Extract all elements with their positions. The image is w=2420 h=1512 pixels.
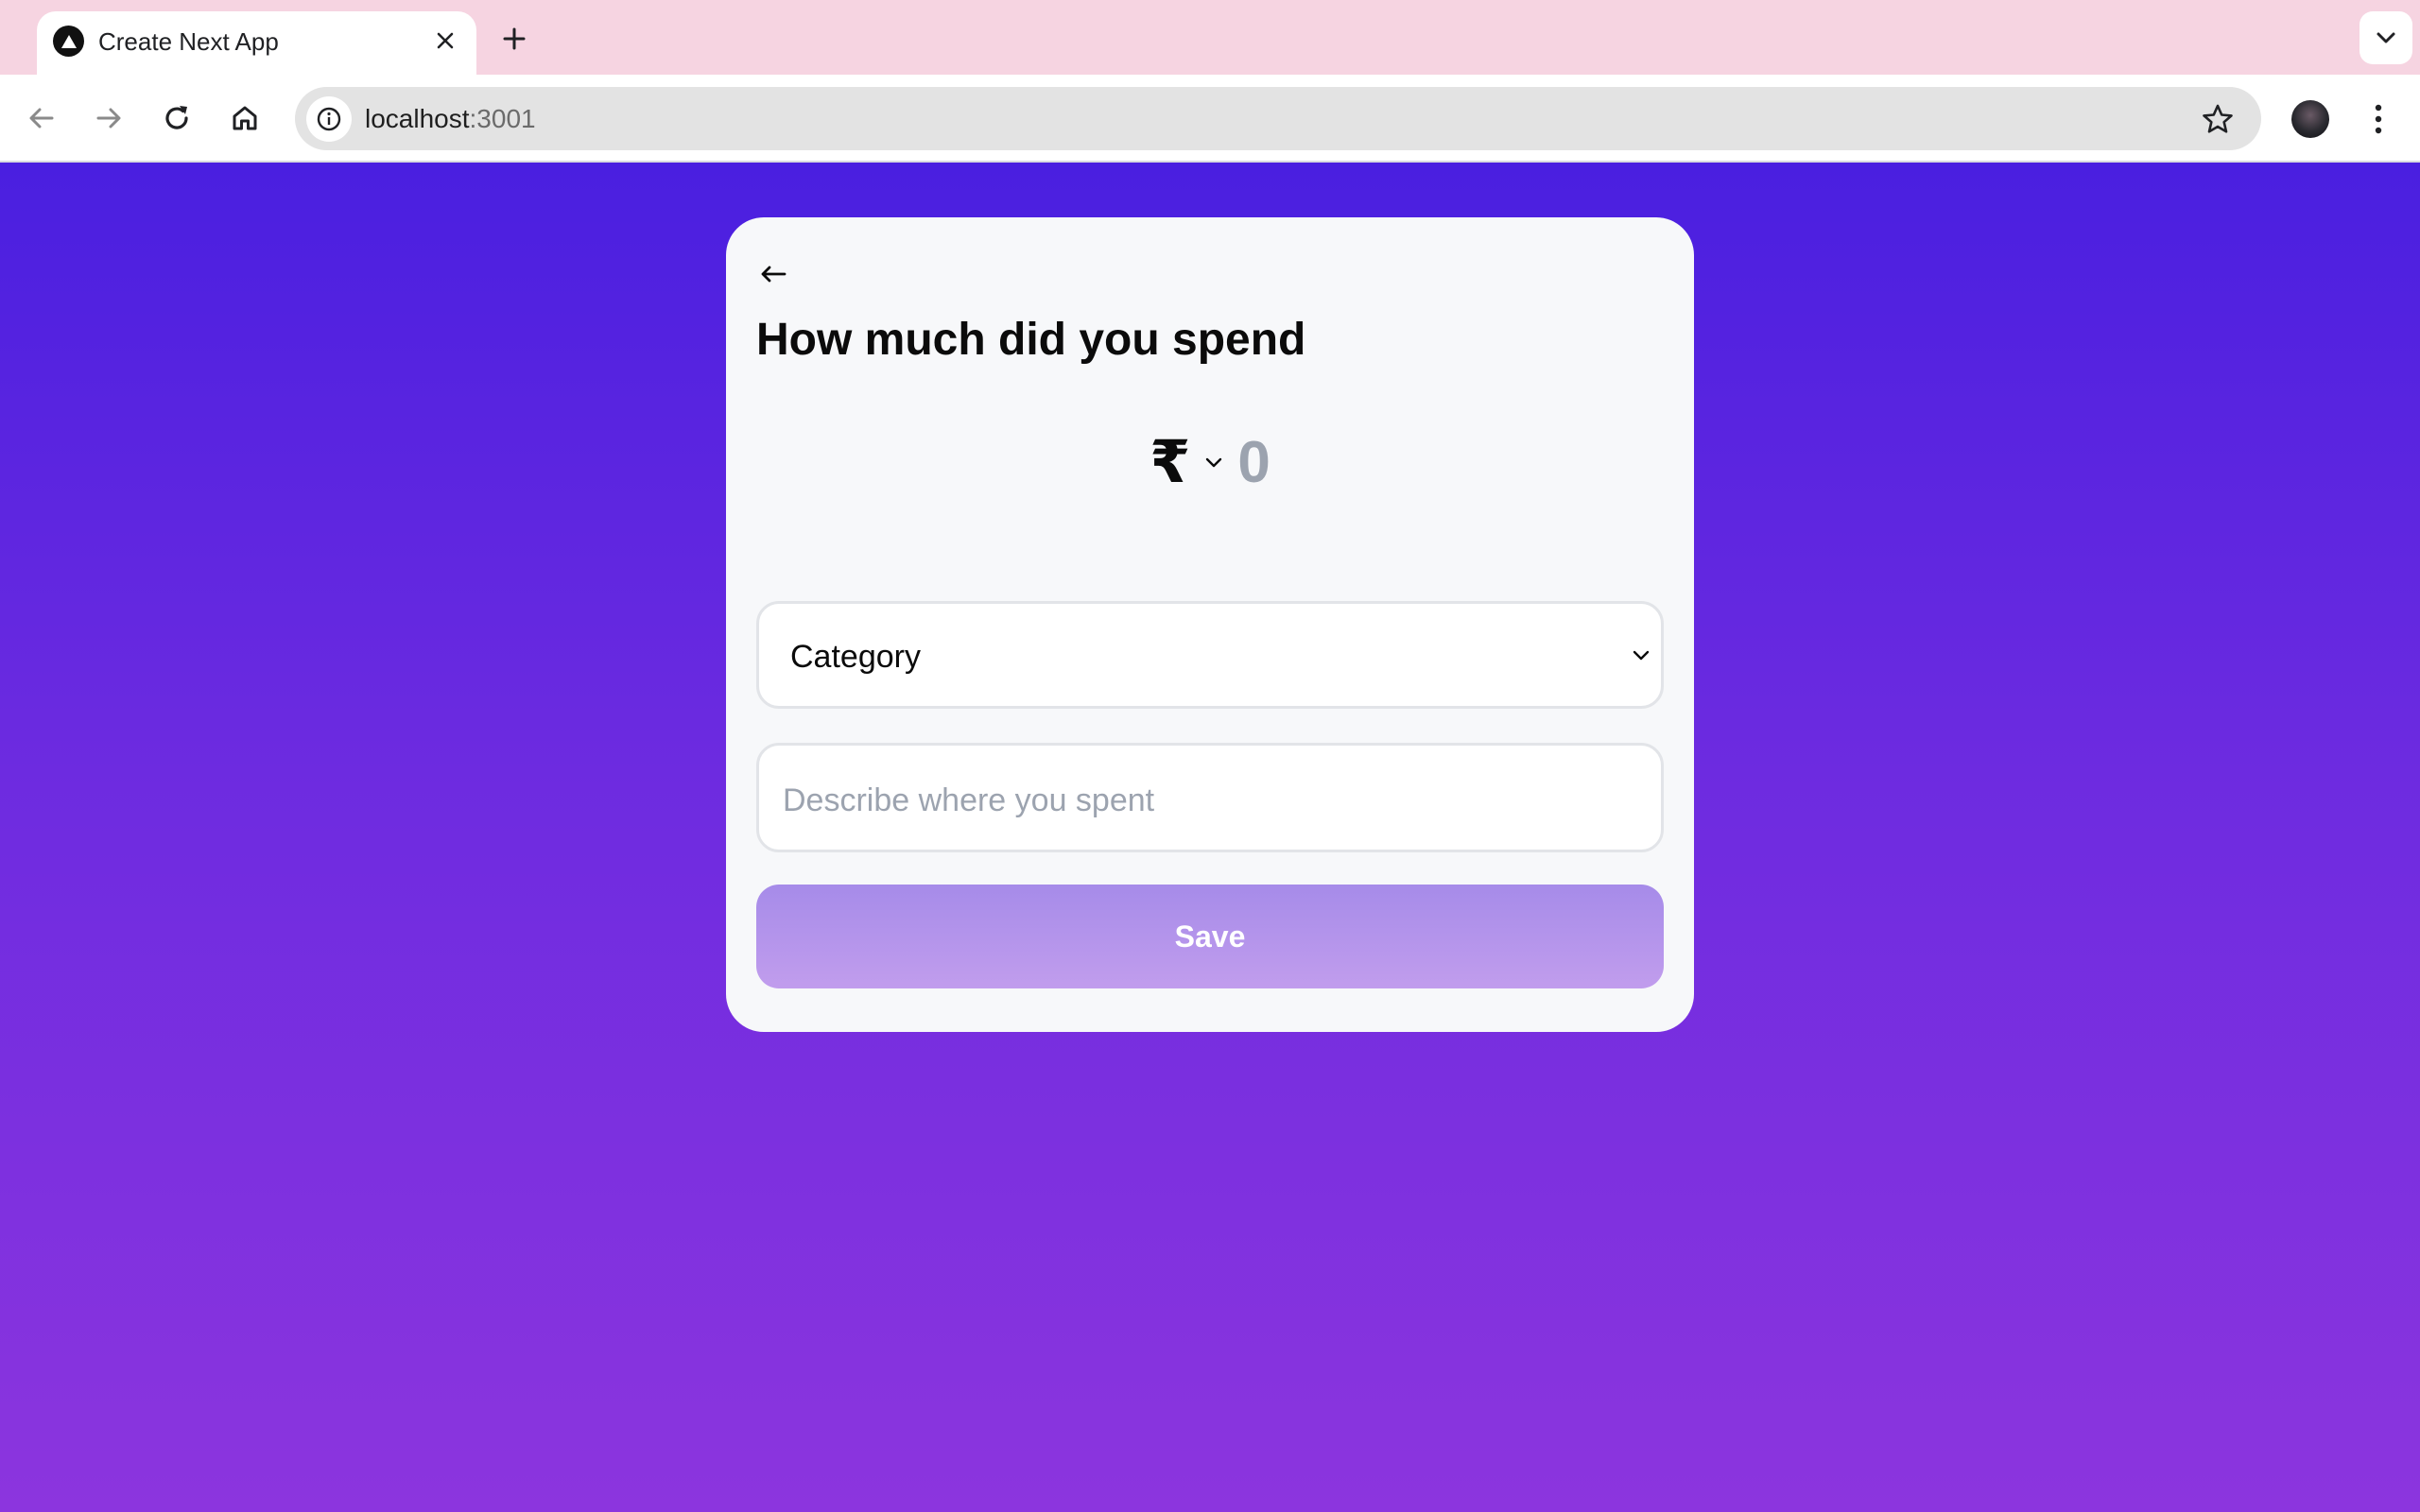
category-select-value: Category xyxy=(790,639,921,675)
chevron-down-icon xyxy=(1200,449,1228,477)
site-info-icon[interactable] xyxy=(306,96,352,142)
url-port: :3001 xyxy=(469,104,536,133)
tab-title: Create Next App xyxy=(98,27,279,56)
save-button[interactable]: Save xyxy=(756,885,1664,988)
tab-search-chevron-icon[interactable] xyxy=(2360,11,2412,64)
new-tab-icon[interactable] xyxy=(496,21,532,57)
bookmark-star-icon[interactable] xyxy=(2197,98,2238,140)
amount-row: ₹ 0 xyxy=(726,425,1694,501)
browser-tabstrip: Create Next App xyxy=(0,0,2420,75)
profile-avatar[interactable] xyxy=(2291,100,2329,138)
description-placeholder: Describe where you spent xyxy=(783,782,1155,818)
url-host: localhost xyxy=(365,104,470,133)
currency-symbol: ₹ xyxy=(1150,430,1191,495)
url-text: localhost:3001 xyxy=(365,100,536,138)
forward-nav-icon[interactable] xyxy=(86,95,131,141)
amount-input[interactable]: 0 xyxy=(1237,425,1270,501)
currency-selector[interactable]: ₹ xyxy=(1150,425,1237,501)
page-background: How much did you spend ₹ 0 Category Desc… xyxy=(0,164,2420,1512)
expense-card: How much did you spend ₹ 0 Category Desc… xyxy=(726,217,1694,1032)
browser-menu-icon[interactable] xyxy=(2360,95,2397,143)
save-button-label: Save xyxy=(1174,919,1246,954)
browser-toolbar: localhost:3001 xyxy=(0,75,2420,163)
address-bar[interactable]: localhost:3001 xyxy=(295,87,2261,150)
home-icon[interactable] xyxy=(222,95,268,141)
nextjs-favicon-icon xyxy=(53,26,84,57)
description-input[interactable]: Describe where you spent xyxy=(756,743,1664,852)
chevron-down-icon xyxy=(1627,642,1655,670)
close-tab-icon[interactable] xyxy=(429,25,461,57)
page-heading: How much did you spend xyxy=(756,315,1306,365)
browser-tab[interactable]: Create Next App xyxy=(37,11,476,75)
back-arrow-icon[interactable] xyxy=(754,255,792,293)
back-nav-icon[interactable] xyxy=(19,95,64,141)
reload-icon[interactable] xyxy=(154,95,199,141)
category-select[interactable]: Category xyxy=(756,601,1664,709)
